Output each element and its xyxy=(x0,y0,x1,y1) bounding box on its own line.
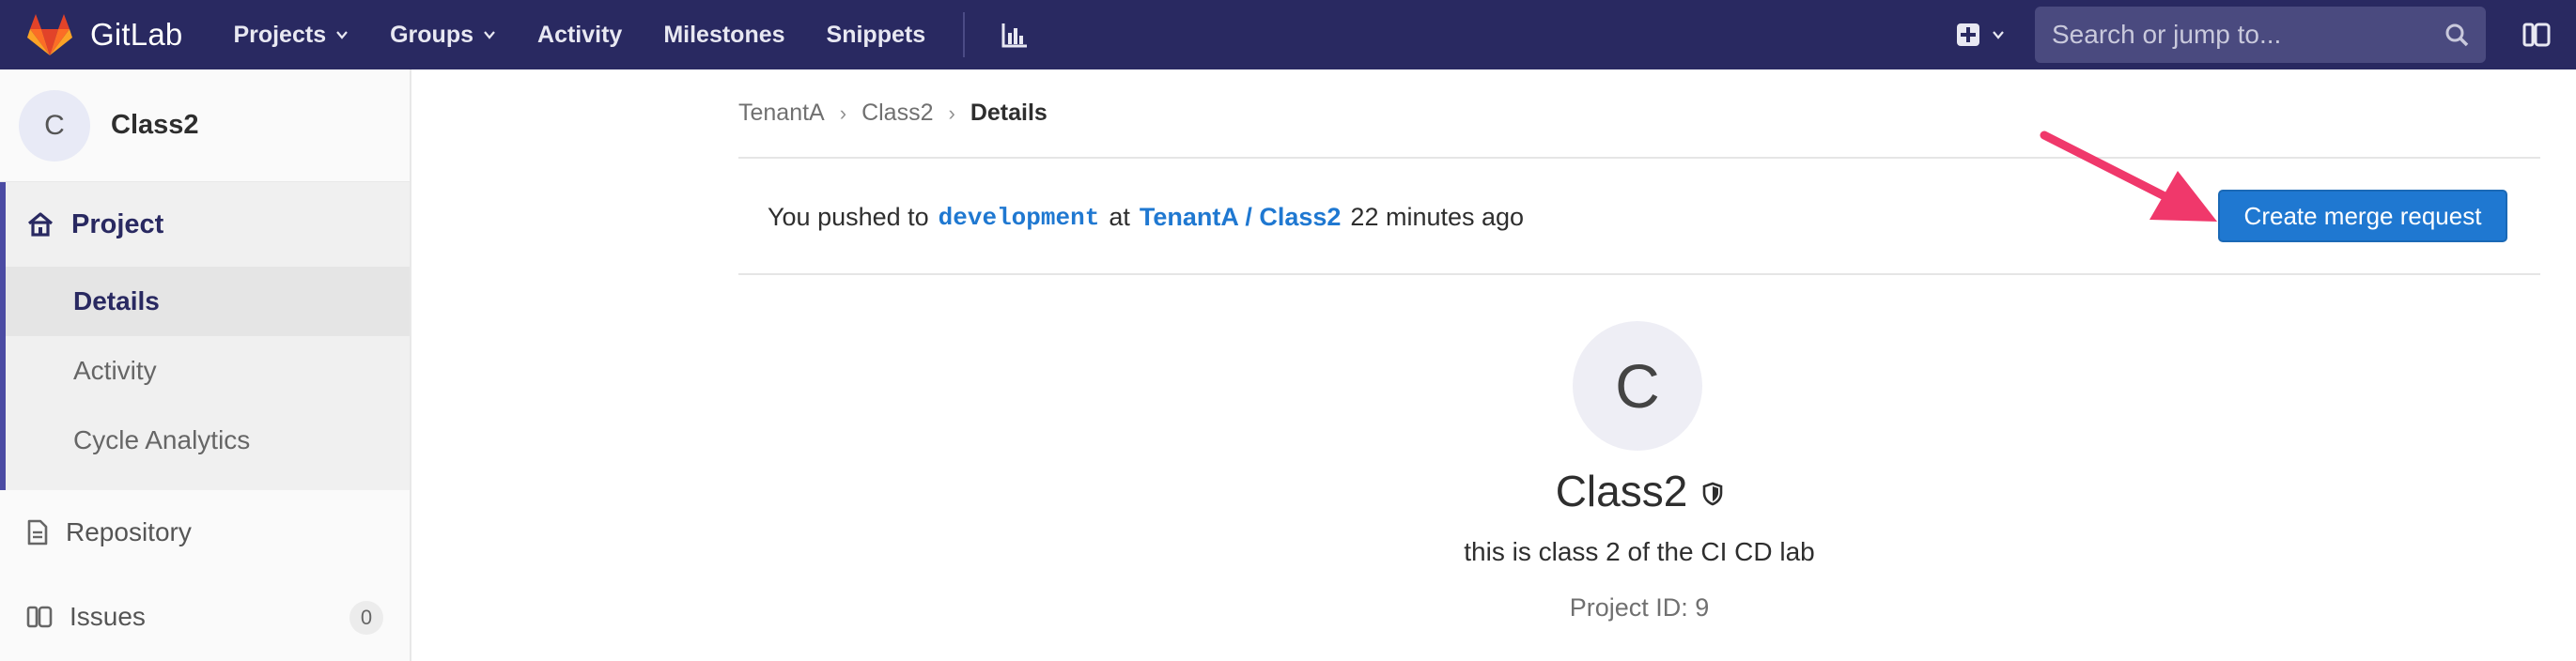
project-link[interactable]: TenantA / Class2 xyxy=(1140,203,1342,232)
branch-link[interactable]: development xyxy=(939,204,1100,232)
sidebar-sub-list: Details Activity Cycle Analytics xyxy=(6,267,410,490)
sidebar-item-issues-label: Issues xyxy=(70,602,146,631)
shield-icon xyxy=(1702,482,1723,506)
breadcrumb-chevron-icon: › xyxy=(839,100,847,125)
top-navbar: GitLab Projects Groups Activity Mileston… xyxy=(0,0,2576,69)
project-title-text: Class2 xyxy=(1555,467,1688,515)
sidebar-item-cycle-analytics[interactable]: Cycle Analytics xyxy=(6,406,410,475)
sidebar-item-details[interactable]: Details xyxy=(6,267,410,336)
nav-projects-label: Projects xyxy=(233,21,327,48)
sidebar-project-name: Class2 xyxy=(111,110,199,140)
sidebar-item-project[interactable]: Project xyxy=(6,182,410,267)
sidebar-item-issues[interactable]: Issues 0 xyxy=(0,575,410,659)
create-merge-request-button[interactable]: Create merge request xyxy=(2218,190,2507,242)
breadcrumb-chevron-icon: › xyxy=(948,100,955,125)
sidebar-item-project-label: Project xyxy=(71,208,164,239)
sidebar-group-project: Project Details Activity Cycle Analytics xyxy=(0,182,410,490)
nav-right xyxy=(1956,0,2576,69)
sidebar-item-repository[interactable]: Repository xyxy=(0,490,410,575)
nav-snippets-label: Snippets xyxy=(826,21,926,48)
search-input[interactable] xyxy=(2052,20,2428,50)
sidebar-item-repository-label: Repository xyxy=(66,517,192,546)
nav-activity[interactable]: Activity xyxy=(537,22,622,49)
nav-projects[interactable]: Projects xyxy=(233,22,349,49)
push-prefix: You pushed to xyxy=(768,203,929,231)
push-notice: You pushed to development at TenantA / C… xyxy=(768,203,1524,232)
divider xyxy=(738,157,2540,159)
sidebar-item-activity[interactable]: Activity xyxy=(6,336,410,406)
breadcrumb-current[interactable]: Details xyxy=(970,100,1047,127)
brand-name: GitLab xyxy=(90,17,183,52)
project-avatar-large: C xyxy=(1573,321,1702,451)
document-icon xyxy=(27,519,48,546)
issues-count-badge: 0 xyxy=(349,601,383,635)
chevron-down-icon xyxy=(484,31,495,39)
search-icon[interactable] xyxy=(2444,23,2469,47)
breadcrumb-item-tenanta[interactable]: TenantA xyxy=(738,100,825,127)
nav-groups-label: Groups xyxy=(390,21,474,48)
chevron-down-icon xyxy=(336,31,348,39)
new-dropdown-button[interactable] xyxy=(1956,23,2005,47)
arrow-annotation-icon xyxy=(2040,131,2217,222)
breadcrumb: TenantA › Class2 › Details xyxy=(738,100,1047,127)
push-time: 22 minutes ago xyxy=(1350,203,1525,231)
nav-groups[interactable]: Groups xyxy=(390,22,496,49)
project-sidebar: C Class2 Project Details Activity Cycle … xyxy=(0,69,411,661)
breadcrumb-item-class2[interactable]: Class2 xyxy=(861,100,933,127)
push-at: at xyxy=(1109,203,1130,231)
sidebar-project-header[interactable]: C Class2 xyxy=(0,69,410,182)
home-icon xyxy=(27,212,54,237)
main-nav: Projects Groups Activity Milestones Snip… xyxy=(233,0,1029,69)
project-title: Class2 xyxy=(1315,466,1963,516)
nav-activity-label: Activity xyxy=(537,21,623,48)
project-id: Project ID: 9 xyxy=(1569,593,1710,622)
nav-divider xyxy=(963,12,966,57)
gitlab-home-link[interactable]: GitLab xyxy=(26,0,182,69)
chart-icon[interactable] xyxy=(1001,21,1029,49)
sidebar-panel-icon[interactable] xyxy=(2522,20,2552,50)
nav-milestones[interactable]: Milestones xyxy=(663,22,784,49)
nav-snippets[interactable]: Snippets xyxy=(827,22,926,49)
divider xyxy=(738,273,2540,275)
project-description: this is class 2 of the CI CD lab xyxy=(1464,537,1815,566)
plus-square-icon xyxy=(1957,23,1979,46)
gitlab-logo-icon xyxy=(27,14,72,55)
nav-milestones-label: Milestones xyxy=(663,21,785,48)
issues-icon xyxy=(26,606,53,628)
search-box xyxy=(2035,7,2486,63)
project-avatar: C xyxy=(19,89,90,161)
chevron-down-icon xyxy=(1993,31,2004,39)
